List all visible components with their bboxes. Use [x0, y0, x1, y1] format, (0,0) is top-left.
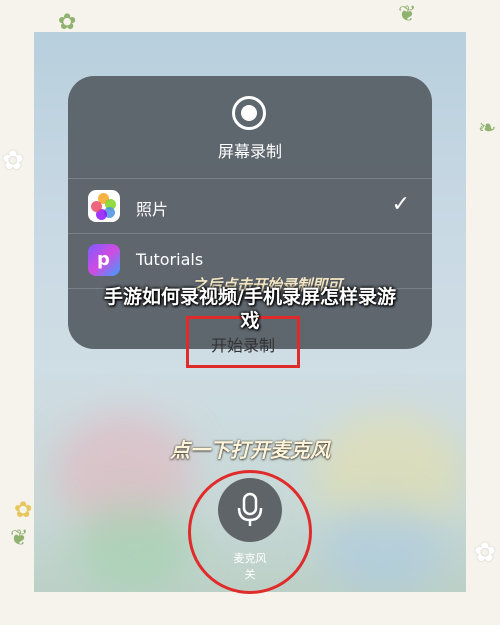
flower-decoration-icon: ✿ [2, 146, 24, 176]
microphone-name: 麦克风 [233, 552, 267, 565]
microphone-state: 关 [244, 568, 256, 581]
list-item-label: 照片 [136, 200, 169, 219]
microphone-label: 麦克风 关 [200, 551, 300, 583]
start-recording-button[interactable]: 开始录制 [186, 332, 300, 356]
background-blur [74, 502, 194, 592]
photos-icon [88, 190, 120, 222]
page-title-line: 手游如何录视频/手机录屏怎样录游 [104, 286, 396, 308]
record-icon [232, 96, 266, 130]
flower-decoration-icon: ✿ [14, 498, 33, 523]
microphone-icon [237, 492, 263, 526]
flower-decoration-icon: ✿ [474, 538, 496, 568]
checkmark-icon: ✓ [391, 192, 410, 217]
list-item-label: Tutorials [136, 250, 204, 269]
divider [68, 178, 432, 179]
tutorials-icon: p [88, 244, 120, 276]
leaf-decoration-icon: ❧ [478, 116, 497, 141]
background-blur [324, 502, 444, 592]
leaf-decoration-icon: ❦ [10, 526, 29, 551]
page-title-line: 戏 [240, 310, 260, 332]
flower-decoration-icon: ✿ [58, 10, 77, 35]
panel-title: 屏幕录制 [217, 142, 282, 161]
microphone-button[interactable] [218, 478, 282, 542]
hint-mic: 点一下打开麦克风 [170, 438, 330, 462]
page-title: 手游如何录视频/手机录屏怎样录游 戏 [70, 285, 430, 333]
leaf-decoration-icon: ❦ [398, 2, 417, 27]
list-item-photos[interactable]: 照片 ✓ [68, 180, 432, 232]
